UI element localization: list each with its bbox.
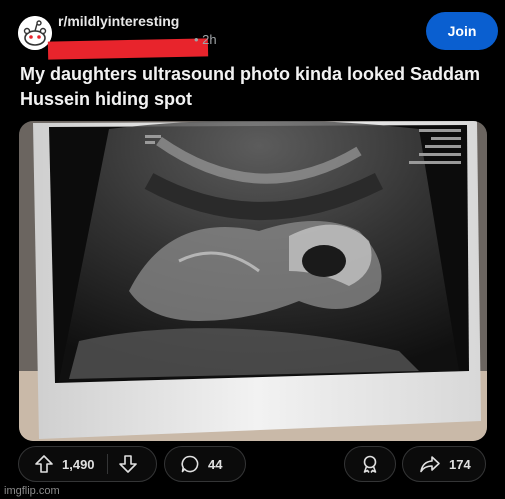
- award-icon: [360, 454, 380, 474]
- ultrasound-photo: [19, 121, 487, 441]
- comment-icon: [180, 454, 200, 474]
- join-button[interactable]: Join: [426, 12, 498, 50]
- share-button[interactable]: 174: [402, 446, 486, 482]
- subreddit-avatar[interactable]: [18, 16, 52, 50]
- post-header: r/mildlyinteresting • 2h Join: [14, 12, 498, 60]
- imgflip-watermark: imgflip.com: [4, 485, 60, 497]
- upvote-icon[interactable]: [34, 454, 54, 474]
- post-title[interactable]: My daughters ultrasound photo kinda look…: [20, 62, 490, 112]
- upvote-count: 1,490: [62, 456, 95, 472]
- vote-pill: 1,490: [18, 446, 157, 482]
- comment-count: 44: [208, 456, 223, 472]
- share-count: 174: [449, 456, 471, 472]
- share-icon: [419, 454, 441, 474]
- vote-divider: [106, 454, 108, 474]
- reddit-post: r/mildlyinteresting • 2h Join My daughte…: [0, 0, 505, 499]
- post-action-bar: 1,490 44 174: [18, 446, 488, 484]
- post-time: • 2h: [194, 32, 217, 47]
- reddit-snoo-icon: [18, 16, 52, 50]
- award-button[interactable]: [344, 446, 396, 482]
- subreddit-name[interactable]: r/mildlyinteresting: [58, 13, 179, 29]
- comments-button[interactable]: 44: [164, 446, 246, 482]
- redaction-mark: [47, 38, 209, 60]
- downvote-icon[interactable]: [118, 454, 138, 474]
- post-image[interactable]: [19, 121, 487, 441]
